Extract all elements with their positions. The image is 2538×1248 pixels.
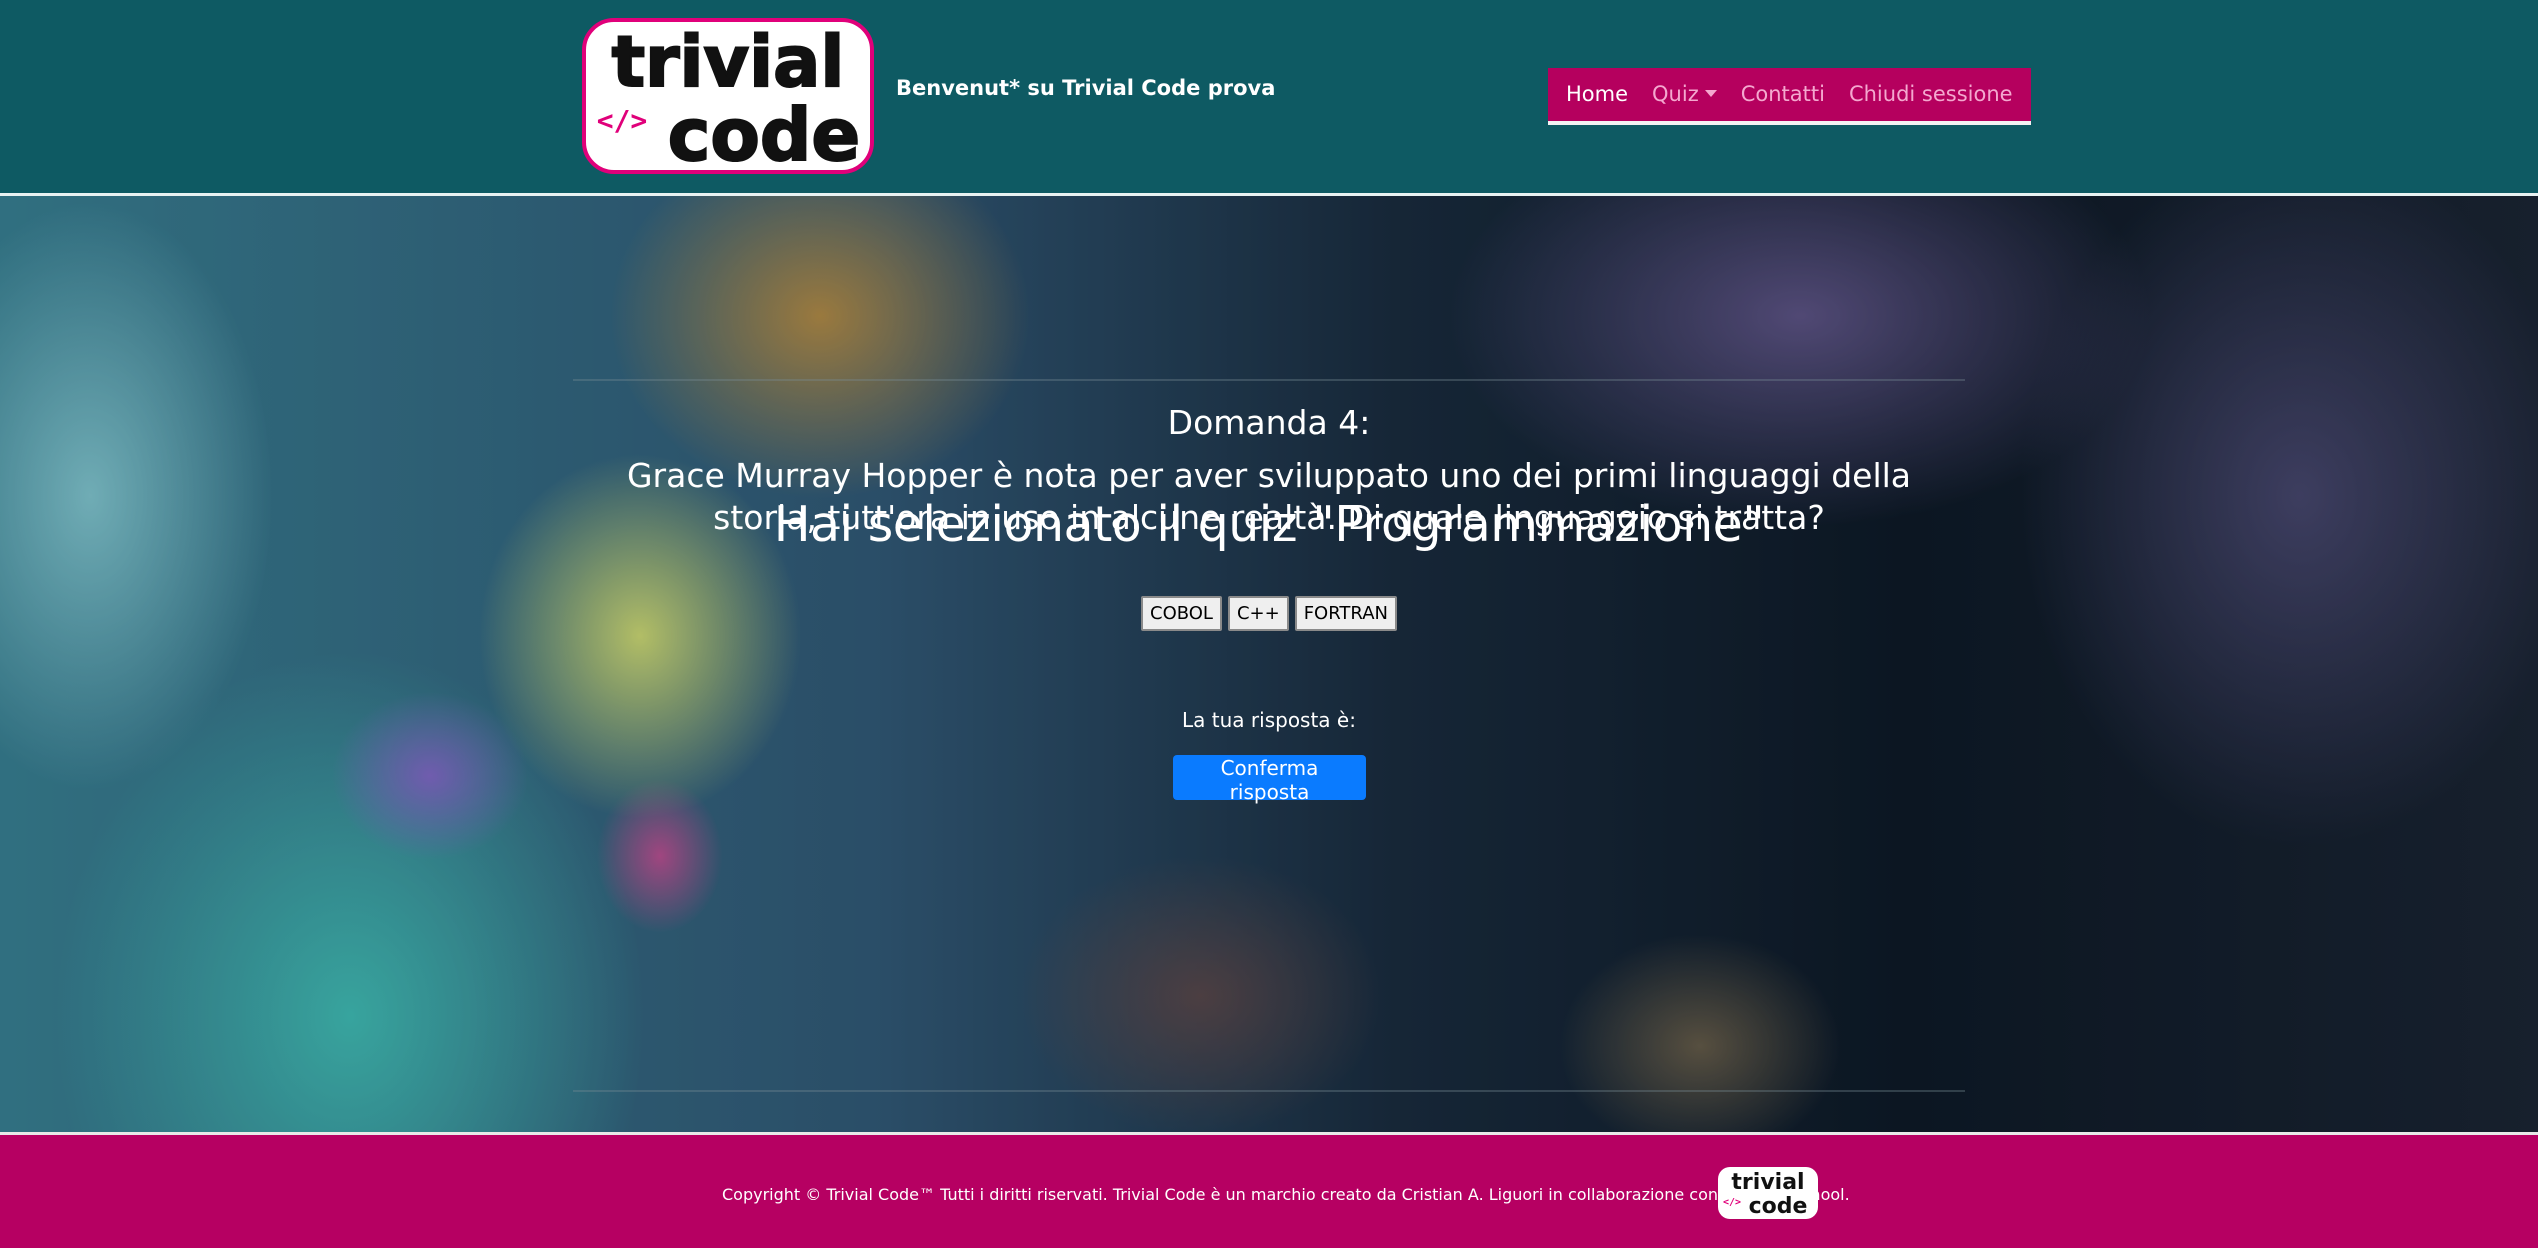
site-header: trivial code </> Benvenut* su Trivial Co…	[0, 0, 2538, 196]
svg-text:trivial: trivial	[1731, 1170, 1804, 1195]
copyright-text: Copyright © Trivial Code™ Tutti i diritt…	[722, 1185, 1850, 1204]
question-text: Grace Murray Hopper è nota per aver svil…	[626, 456, 1912, 537]
welcome-message: Benvenut* su Trivial Code prova	[896, 76, 1276, 100]
svg-text:</>: </>	[597, 104, 648, 137]
your-answer-label: La tua risposta è:	[1182, 708, 1356, 732]
svg-text:code: code	[668, 93, 861, 177]
title-divider	[573, 379, 1965, 381]
caret-down-icon	[1704, 90, 1717, 97]
answer-option-cpp[interactable]: C++	[1227, 596, 1289, 631]
confirm-answer-button[interactable]: Conferma risposta	[1173, 755, 1366, 804]
footer-logo: trivial code </>	[1718, 1167, 1818, 1219]
quiz-section: Hai selezionato il quiz "Programmazione"…	[0, 196, 2538, 1132]
answer-option-fortran[interactable]: FORTRAN	[1294, 596, 1397, 631]
nav-home[interactable]: Home	[1554, 68, 1640, 121]
answer-options: COBOL C++ FORTRAN	[0, 596, 2538, 631]
nav-chiudi-sessione[interactable]: Chiudi sessione	[1837, 68, 2025, 121]
nav-quiz-label: Quiz	[1652, 82, 1699, 106]
nav-quiz-dropdown[interactable]: Quiz	[1640, 68, 1729, 121]
answer-option-cobol[interactable]: COBOL	[1141, 596, 1222, 631]
svg-text:trivial: trivial	[612, 21, 845, 103]
bottom-divider	[573, 1090, 1965, 1092]
main-nav: Home Quiz Contatti Chiudi sessione	[1548, 68, 2031, 125]
site-footer: Copyright © Trivial Code™ Tutti i diritt…	[0, 1132, 2538, 1248]
question-number: Domanda 4:	[1167, 403, 1371, 442]
trivial-code-logo[interactable]: trivial code </>	[578, 14, 878, 178]
svg-text:code: code	[1749, 1194, 1808, 1219]
background-overlay	[0, 196, 2538, 1132]
nav-contatti[interactable]: Contatti	[1729, 68, 1837, 121]
svg-text:</>: </>	[1723, 1197, 1741, 1208]
